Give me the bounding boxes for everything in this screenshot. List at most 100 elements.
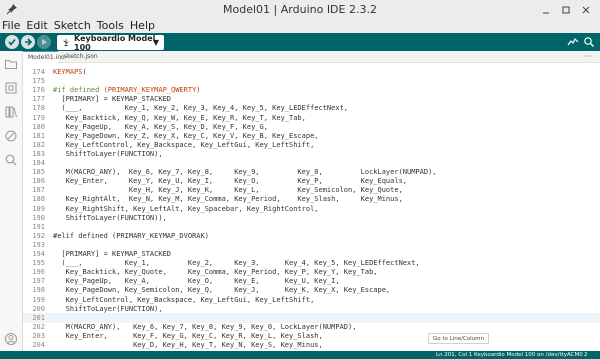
code-line[interactable]: [PRIMARY] = KEYMAP_STACKED [53,250,171,258]
code-line[interactable]: (___, Key_1, Key_2, Key_3, Key_4, Key_5,… [53,259,419,267]
debug-icon [42,39,47,45]
code-line[interactable]: KEYMAPS( [53,68,87,76]
code-line[interactable]: Key_Enter, Key_F, Key_G, Key_C, Key_R, K… [53,332,323,340]
menu-bar: File Edit Sketch Tools Help [0,19,600,33]
code-line[interactable]: Key_PageUp, Key_A, Key_O, Key_E, Key_U, … [53,277,340,285]
line-number: 181 [32,131,45,140]
line-number: 180 [32,122,45,131]
menu-help[interactable]: Help [130,19,155,33]
board-selector[interactable]: Keyboardio Model 100 ▼ [57,33,164,52]
window-title: Model01 | Arduino IDE 2.3.2 [223,3,377,16]
toolbar: Keyboardio Model 100 ▼ [0,33,600,52]
minimize-button[interactable] [538,2,554,17]
goto-line-tooltip[interactable]: Go to Line/Column [428,333,490,344]
line-number: 194 [32,250,45,258]
code-line[interactable]: Key_PageDown, Key_Z, Key_X, Key_C, Key_V… [53,132,319,140]
line-number: 204 [32,341,45,349]
line-number: 199 [32,295,45,304]
debug-icon[interactable] [4,129,18,143]
line-number: 177 [32,95,45,104]
line-number: 197 [32,277,45,286]
line-number: 186 [32,177,45,186]
serial-plotter-icon[interactable] [567,36,579,48]
code-line[interactable]: Key_D, Key_H, Key_T, Key_N, Key_S, Key_M… [53,341,323,349]
code-line[interactable]: ShiftToLayer(FUNCTION)), [53,214,167,222]
menu-tools[interactable]: Tools [97,19,124,33]
account-icon[interactable] [4,332,18,346]
line-number: 183 [32,149,45,158]
code-area[interactable]: KEYMAPS( #if defined (PRIMARY_KEYMAP_QWER… [53,63,593,351]
line-numbers: 174 175 176 177 178 179 180 181 182 183 184 185 186 1… [23,63,48,351]
line-number: 196 [32,268,45,277]
debug-button[interactable] [37,35,51,49]
activity-sidebar [0,51,23,351]
maximize-button[interactable] [558,2,574,17]
line-number: 184 [32,159,45,167]
code-line[interactable]: ShiftToLayer(FUNCTION), [53,150,163,158]
code-line[interactable]: Key_Backtick, Key_Quote, Key_Comma, Key_… [53,268,378,276]
library-manager-icon[interactable] [4,105,18,119]
board-name: Keyboardio Model 100 [74,33,156,52]
line-number: 190 [32,213,45,222]
code-line[interactable]: Key_RightShift, Key_LeftAlt, Key_Spaceba… [53,205,319,213]
code-line[interactable]: Key_Backtick, Key_Q, Key_W, Key_E, Key_R… [53,114,306,122]
maximize-icon [562,6,570,13]
code-line[interactable]: Key_PageDown, Key_Semicolon, Key_Q, Key_… [53,286,391,294]
folder-icon[interactable] [4,57,18,71]
verify-button[interactable] [5,35,19,49]
serial-monitor-icon[interactable] [583,36,595,48]
board-port-status[interactable]: Keyboardio Model 100 on /dev/ttyACM0 [474,351,583,359]
close-icon [582,6,590,13]
editor-tabs: Model01.ino sketch.json ··· [23,51,600,63]
upload-button[interactable] [21,35,35,49]
close-button[interactable] [578,2,594,17]
line-number: 179 [32,113,45,122]
arrow-right-icon [25,38,33,46]
line-number: 201 [32,313,45,322]
code-line[interactable]: Key_LeftControl, Key_Backspace, Key_Left… [53,296,315,304]
line-number: 195 [32,259,45,268]
line-number: 189 [32,204,45,213]
cursor-position[interactable]: Ln 201, Col 1 [436,351,472,359]
code-line[interactable]: Key_LeftControl, Key_Backspace, Key_Left… [53,141,315,149]
more-tabs-icon[interactable]: ··· [584,52,592,61]
menu-file[interactable]: File [2,19,20,33]
code-line[interactable]: M(MACRO_ANY), Key_6, Key_7, Key_8, Key_9… [53,323,357,331]
code-line[interactable]: Key_PageUp, Key_A, Key_S, Key_D, Key_F, … [53,123,268,131]
line-number: 198 [32,286,45,295]
line-number: 191 [32,222,45,231]
code-line[interactable]: (___, Key_1, Key_2, Key_3, Key_4, Key_5,… [53,104,348,112]
notification-count[interactable]: 2 [584,351,588,359]
line-number: 200 [32,304,45,313]
checkmark-icon [8,39,16,46]
line-number: 192 [32,231,45,240]
boards-manager-icon[interactable] [4,81,18,95]
line-number: 174 [32,68,45,76]
title-bar: Model01 | Arduino IDE 2.3.2 [0,0,600,19]
line-number: 203 [32,331,45,340]
line-number: 188 [32,195,45,204]
search-icon[interactable] [4,153,18,167]
code-line[interactable]: #if defined (PRIMARY_KEYMAP_QWERTY) [53,86,201,94]
minimize-icon [543,12,549,13]
tab-model01-ino[interactable]: Model01.ino [23,51,65,63]
code-line[interactable]: Key_Enter, Key_Y, Key_U, Key_I, Key_O, K… [53,177,407,185]
code-line[interactable]: Key_RightAlt, Key_N, Key_M, Key_Comma, K… [53,195,403,203]
line-number: 178 [32,104,45,113]
menu-sketch[interactable]: Sketch [54,19,91,33]
code-line[interactable]: [PRIMARY] = KEYMAP_STACKED [53,95,171,103]
status-bar: Ln 201, Col 1 Keyboardio Model 100 on /d… [0,351,600,359]
line-number: 202 [32,322,45,331]
line-number: 193 [32,240,45,249]
chevron-down-icon: ▼ [152,38,159,47]
line-number: 185 [32,168,45,177]
code-line[interactable]: #elif defined (PRIMARY_KEYMAP_DVORAK) [53,232,209,240]
line-number: 175 [32,77,45,86]
usb-icon [63,39,69,47]
code-line[interactable]: M(MACRO_ANY), Key_6, Key_7, Key_8, Key_9… [53,168,437,176]
code-line[interactable]: Key_H, Key_J, Key_K, Key_L, Key_Semicolo… [53,186,403,194]
code-editor[interactable]: 174 175 176 177 178 179 180 181 182 183 184 185 186 1… [23,63,600,351]
code-line[interactable]: ShiftToLayer(FUNCTION), [53,305,163,313]
tab-sketch-json[interactable]: sketch.json [59,51,98,63]
menu-edit[interactable]: Edit [26,19,47,33]
